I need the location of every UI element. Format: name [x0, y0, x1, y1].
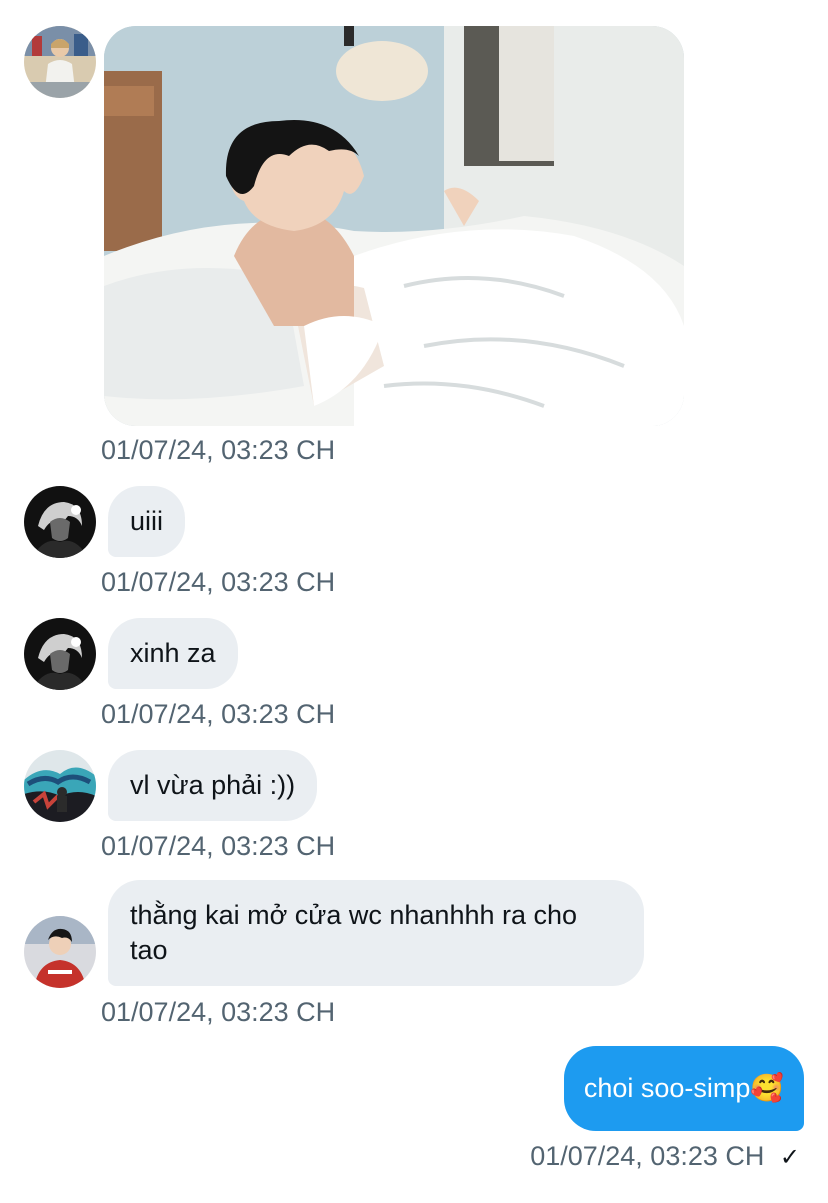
- sender-avatar[interactable]: [24, 486, 96, 558]
- message-timestamp: 01/07/24, 03:23 CH: [101, 567, 336, 597]
- user-avatar-icon: [24, 26, 96, 98]
- shared-photo[interactable]: [104, 26, 684, 426]
- message-timestamp: 01/07/24, 03:23 CH: [530, 1141, 765, 1171]
- user-avatar-bw-icon: [24, 486, 96, 558]
- message-text: choi soo-simp🥰: [583, 1073, 784, 1103]
- message-timestamp: 01/07/24, 03:23 CH: [101, 699, 336, 729]
- dm-conversation: 01/07/24, 03:23 CH uiii 01/07/24, 03:23 …: [0, 0, 828, 1203]
- user-avatar-red-hoodie-icon: [24, 916, 96, 988]
- message-text: vl vừa phải :)): [130, 770, 296, 800]
- message-timestamp: 01/07/24, 03:23 CH: [101, 435, 336, 465]
- outgoing-timestamp-row: 01/07/24, 03:23 CH ✓: [530, 1140, 800, 1174]
- sender-avatar[interactable]: [24, 916, 96, 988]
- user-avatar-graffiti-icon: [24, 750, 96, 822]
- message-timestamp: 01/07/24, 03:23 CH: [101, 831, 336, 861]
- outgoing-message-bubble[interactable]: choi soo-simp🥰: [563, 1046, 804, 1131]
- sender-avatar[interactable]: [24, 618, 96, 690]
- user-avatar-bw-icon: [24, 618, 96, 690]
- message-text: thằng kai mở cửa wc nhanhhh ra cho tao: [130, 900, 578, 965]
- photo-person-in-bed-icon: [104, 26, 684, 426]
- message-text: uiii: [130, 506, 164, 536]
- incoming-message-bubble[interactable]: xinh za: [108, 618, 238, 689]
- incoming-message-bubble[interactable]: thằng kai mở cửa wc nhanhhh ra cho tao: [108, 880, 644, 986]
- message-text: xinh za: [130, 638, 216, 668]
- incoming-message-bubble[interactable]: vl vừa phải :)): [108, 750, 318, 821]
- message-timestamp: 01/07/24, 03:23 CH: [101, 997, 336, 1027]
- sender-avatar[interactable]: [24, 750, 96, 822]
- incoming-message-bubble[interactable]: uiii: [108, 486, 186, 557]
- sender-avatar[interactable]: [24, 26, 96, 98]
- checkmark-sent-icon: ✓: [779, 1144, 800, 1171]
